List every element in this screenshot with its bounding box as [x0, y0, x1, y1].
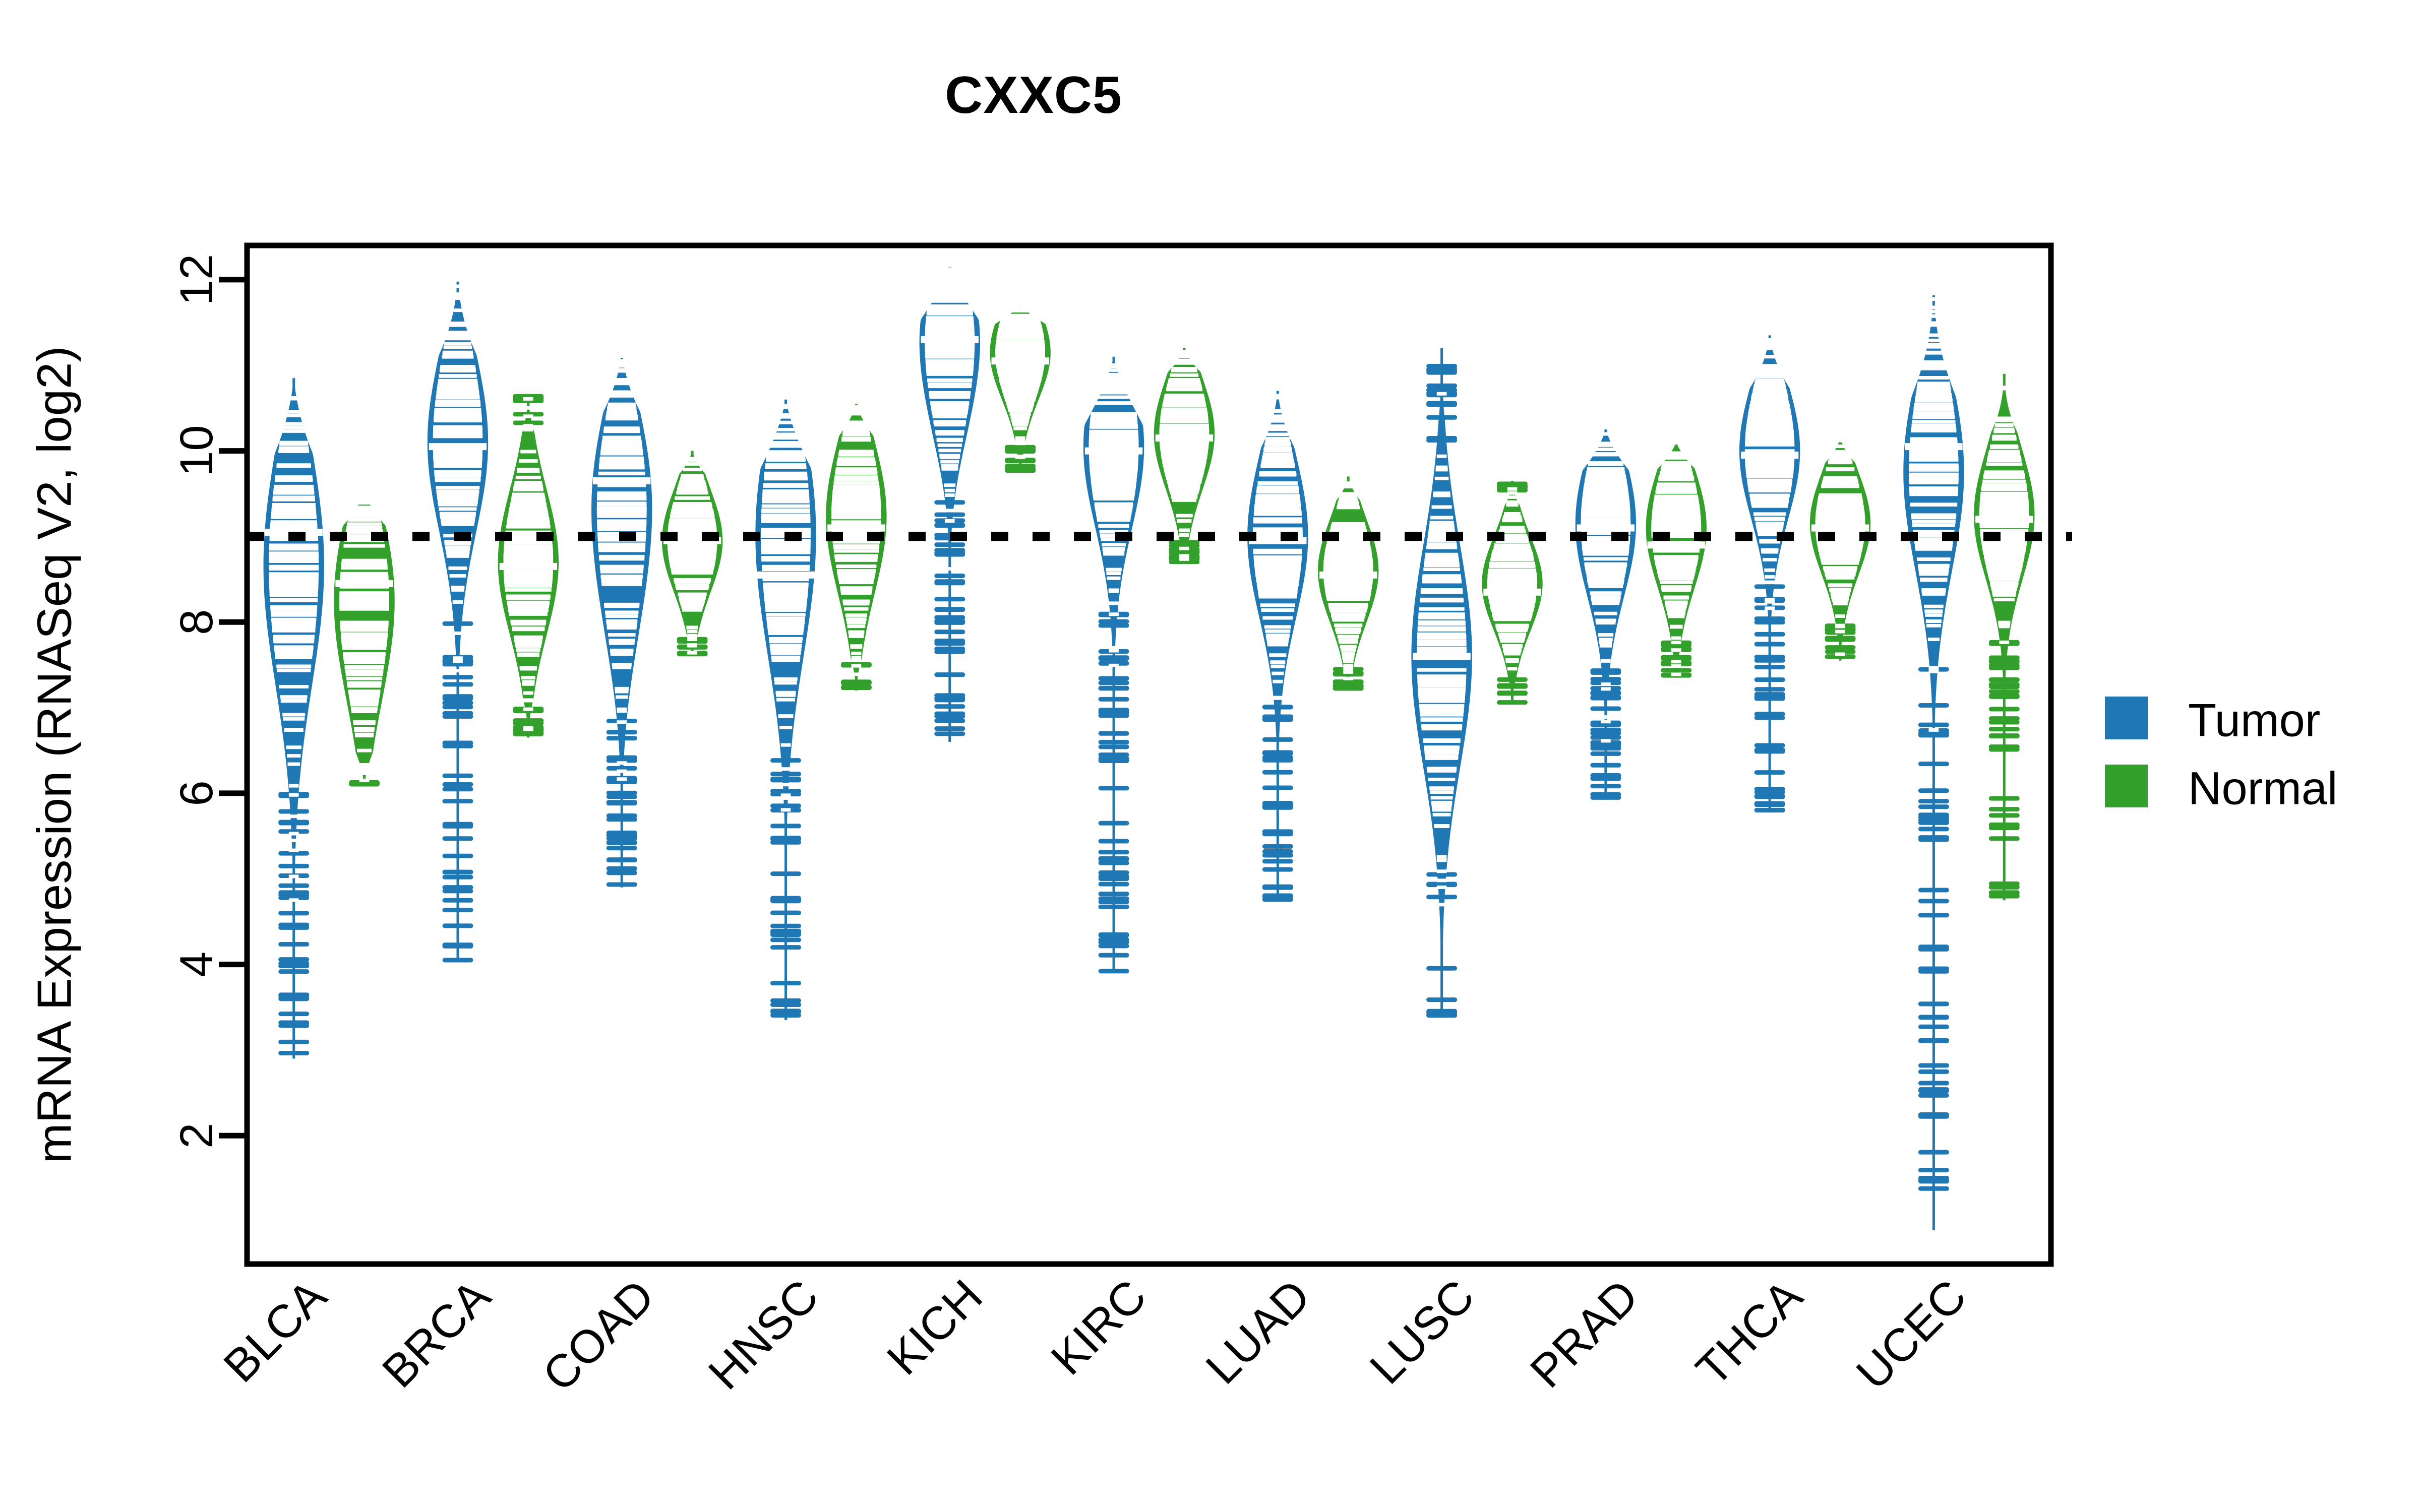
- bean-brca-tumor: [427, 278, 489, 963]
- y-tick-label: 4: [171, 952, 222, 977]
- y-tick-label: 2: [171, 1123, 222, 1149]
- bean-blca-tumor: [263, 378, 324, 1059]
- y-axis-title-text: mRNA Expression (RNASeq V2, log2): [28, 346, 82, 1164]
- bean-ucec-tumor: [1903, 292, 1964, 1230]
- bean-luad-tumor: [1247, 391, 1308, 902]
- legend-label-tumor: Tumor: [2188, 695, 2320, 746]
- x-tick-label-blca: BLCA: [214, 1270, 337, 1393]
- x-tick-label-ucec: UCEC: [1847, 1270, 1976, 1399]
- bean-kirc-tumor: [1083, 356, 1144, 974]
- x-tick-label-brca: BRCA: [373, 1270, 500, 1398]
- y-axis: 2 4 6 8 10 12: [171, 254, 247, 1149]
- bean-sample-strips: [1487, 487, 1537, 671]
- x-tick-label-kich: KICH: [877, 1270, 992, 1385]
- y-tick-label: 8: [171, 609, 222, 635]
- bean-brca-normal: [498, 394, 559, 738]
- x-axis: BLCA BRCA COAD HNSC KICH KIRC LUAD LUSC PRAD THCA…: [214, 1270, 1976, 1402]
- bean-thca-tumor: [1739, 335, 1800, 813]
- bean-lusc-normal: [1482, 481, 1543, 705]
- bean-lusc-tumor: [1411, 348, 1472, 1018]
- legend-swatch-normal: [2105, 765, 2148, 807]
- legend-label-normal: Normal: [2188, 763, 2337, 814]
- y-axis-title: mRNA Expression (RNASeq V2, log2): [28, 346, 82, 1164]
- bean-plot-chart: 2 4 6 8 10 12 BLCA BRCA COAD HNSC KICH KIRC LUAD LUS…: [28, 242, 2337, 1402]
- beans-layer: [263, 267, 2035, 1230]
- bean-coad-normal: [661, 451, 723, 657]
- chart-legend: Tumor Normal: [2105, 695, 2337, 814]
- bean-kirc-normal: [1154, 348, 1215, 564]
- bean-sample-strips: [1417, 392, 1467, 907]
- bean-hnsc-normal: [826, 404, 887, 691]
- x-tick-label-thca: THCA: [1686, 1270, 1812, 1396]
- y-tick-label: 10: [171, 425, 222, 476]
- x-tick-label-prad: PRAD: [1521, 1270, 1648, 1398]
- bean-hnsc-tumor: [755, 399, 816, 1020]
- bean-coad-tumor: [591, 351, 652, 888]
- bean-kich-tumor: [919, 267, 980, 742]
- bean-prad-normal: [1646, 440, 1707, 678]
- x-tick-label-luad: LUAD: [1196, 1270, 1320, 1394]
- x-tick-label-kirc: KIRC: [1042, 1270, 1157, 1385]
- x-tick-label-lusc: LUSC: [1360, 1270, 1484, 1394]
- bean-kich-normal: [990, 305, 1051, 473]
- y-tick-label: 6: [171, 780, 222, 806]
- y-tick-label: 12: [171, 254, 222, 305]
- figure-root: CXXC5 2 4 6 8 10 12 BLCA BRCA COAD HNSC KICH KIRC L…: [0, 0, 2420, 1512]
- bean-luad-normal: [1318, 476, 1379, 691]
- bean-ucec-normal: [1974, 373, 2035, 901]
- bean-thca-normal: [1809, 436, 1871, 661]
- bean-sample-strips: [1651, 440, 1702, 676]
- x-tick-label-hnsc: HNSC: [699, 1270, 828, 1399]
- bean-prad-tumor: [1575, 429, 1637, 800]
- x-tick-label-coad: COAD: [533, 1270, 664, 1401]
- legend-swatch-tumor: [2105, 697, 2148, 739]
